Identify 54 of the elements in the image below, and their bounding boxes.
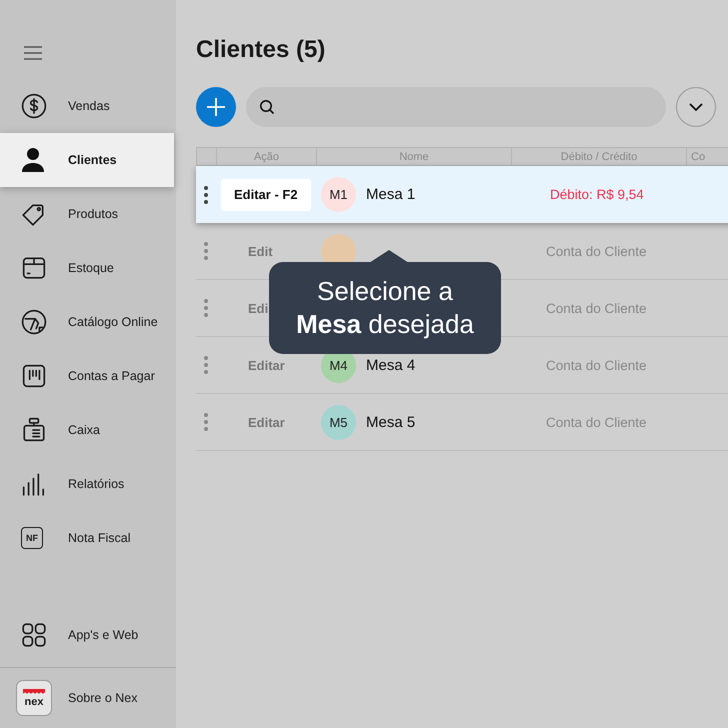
table-row[interactable]: Editar - F2 M1 Mesa 1 Débito: R$ 9,54: [196, 166, 728, 223]
menu-icon[interactable]: [23, 44, 43, 62]
person-icon: [21, 147, 45, 173]
invoice-icon: [21, 363, 47, 389]
nf-icon: NF: [21, 527, 43, 549]
balance-text: Conta do Cliente: [545, 358, 648, 372]
sidebar-item[interactable]: NF Nota Fiscal: [0, 511, 174, 565]
nex-logo: nex: [16, 680, 52, 716]
edit-button[interactable]: Editar - F2: [221, 178, 311, 210]
sidebar-item[interactable]: Produtos: [0, 187, 174, 241]
balance-text: Débito: R$ 9,54: [549, 187, 645, 202]
tooltip: Selecione a Mesa desejada: [269, 262, 501, 354]
sidebar-label: Produtos: [68, 207, 118, 221]
sidebar-item[interactable]: Caixa: [0, 403, 174, 457]
balance-text: Conta do Cliente: [545, 244, 648, 258]
client-name: Mesa 1: [366, 186, 416, 203]
sidebar-label: App's e Web: [68, 628, 138, 642]
cash-register-icon: [21, 417, 47, 443]
page-title: Clientes (5): [196, 36, 326, 65]
sidebar-item[interactable]: Contas a Pagar: [0, 349, 174, 403]
sidebar-item[interactable]: Vendas: [0, 79, 174, 133]
sidebar-label: Relatórios: [68, 477, 124, 491]
plus-icon: [206, 97, 226, 117]
sidebar-label: Vendas: [68, 99, 110, 113]
sidebar-label: Sobre o Nex: [68, 691, 138, 705]
kebab-menu-icon[interactable]: [204, 186, 208, 204]
sidebar-label: Caixa: [68, 423, 100, 437]
sidebar-item[interactable]: Catálogo Online: [0, 295, 174, 349]
sidebar-item[interactable]: Clientes: [0, 133, 174, 187]
dropdown-button[interactable]: [676, 87, 716, 127]
chevron-down-icon: [689, 103, 703, 111]
sidebar-item[interactable]: Estoque: [0, 241, 174, 295]
box-icon: [21, 255, 47, 281]
bar-chart-icon: [21, 471, 47, 497]
avatar: M1: [321, 177, 356, 212]
sidebar-label: Clientes: [68, 153, 117, 167]
client-name: Mesa 5: [366, 414, 416, 430]
sidebar-item[interactable]: Relatórios: [0, 457, 174, 511]
sidebar-label: Contas a Pagar: [68, 369, 155, 383]
sidebar-label: Estoque: [68, 261, 114, 275]
avatar: M5: [321, 404, 356, 440]
sidebar-label: Catálogo Online: [68, 315, 158, 329]
add-button[interactable]: [196, 87, 236, 127]
grid-icon: [21, 622, 47, 648]
balance-text: Conta do Cliente: [545, 300, 648, 316]
search-icon: [259, 99, 275, 115]
client-name: Mesa 4: [366, 356, 416, 374]
dollar-icon: [21, 93, 47, 119]
sidebar-item[interactable]: nex Sobre o Nex: [0, 668, 174, 728]
balance-text: Conta do Cliente: [545, 414, 648, 430]
sidebar-item[interactable]: App's e Web: [0, 605, 174, 665]
search-field[interactable]: [246, 87, 666, 127]
sidebar-label: Nota Fiscal: [68, 531, 131, 545]
globe-icon: [21, 309, 47, 335]
